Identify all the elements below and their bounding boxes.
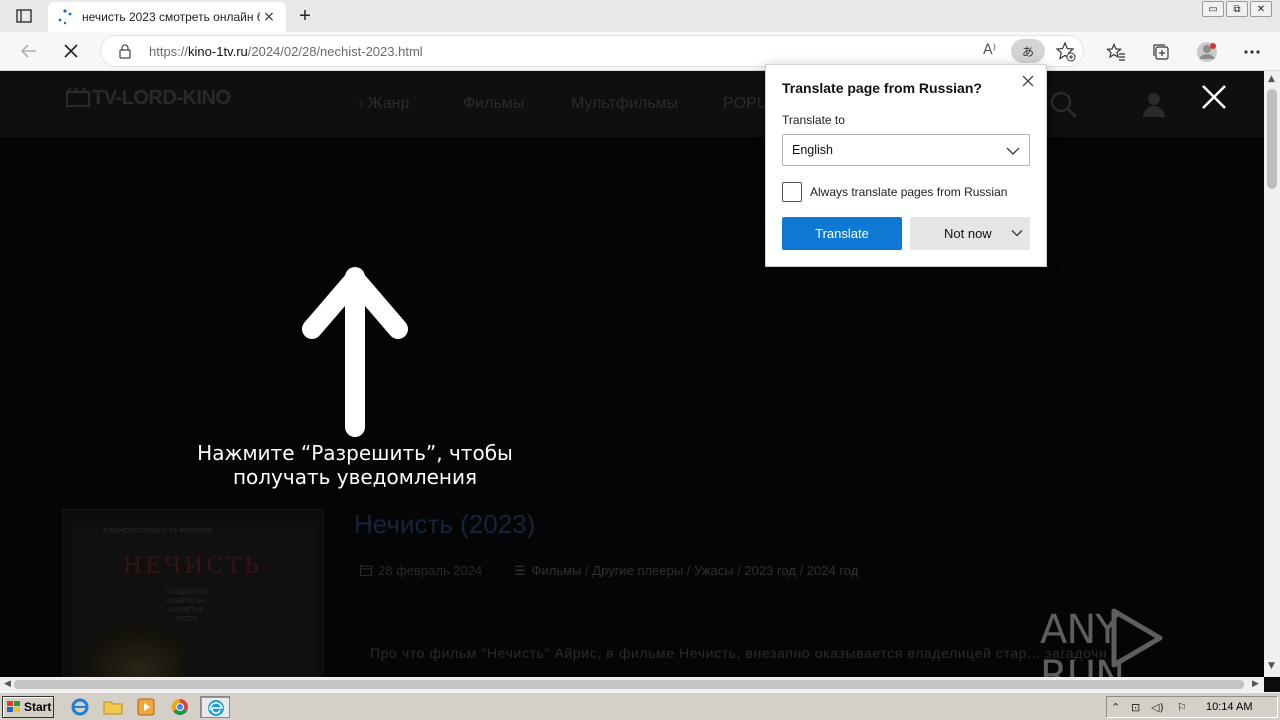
movie-title[interactable]: Нечисть (2023): [354, 509, 535, 540]
calendar-icon: [360, 565, 372, 576]
edge-icon: [208, 700, 224, 716]
url-text[interactable]: https://kino-1tv.ru/2024/02/28/nechist-2…: [149, 44, 423, 59]
nav-cartoons[interactable]: Мультфильмы: [571, 95, 678, 113]
browser-tab[interactable]: нечисть 2023 смотреть онлайн б ×: [48, 2, 286, 32]
list-icon: ☰: [514, 563, 526, 578]
translate-popup-title: Translate page from Russian?: [782, 80, 982, 96]
start-button[interactable]: Start: [2, 696, 54, 718]
chevron-down-icon[interactable]: [1010, 226, 1024, 240]
network-icon[interactable]: ⊡: [1131, 701, 1145, 715]
close-window-button[interactable]: ✕: [1250, 1, 1272, 17]
media-player-icon[interactable]: [136, 698, 156, 716]
new-tab-button[interactable]: +: [294, 5, 316, 27]
read-aloud-icon[interactable]: A⁾: [983, 42, 1003, 62]
windows-flag-icon: [7, 701, 20, 712]
horizontal-scroll-thumb[interactable]: [14, 680, 1244, 689]
edge-taskbar-button[interactable]: [200, 696, 230, 718]
nav-popular[interactable]: POPU: [723, 95, 768, 113]
vertical-scroll-thumb[interactable]: [1267, 89, 1277, 189]
window-controls: ▭ ⧉ ✕: [1202, 1, 1272, 17]
more-menu-icon[interactable]: [1241, 41, 1263, 63]
tab-actions-icon[interactable]: [10, 6, 38, 26]
add-favorite-icon[interactable]: [1055, 41, 1077, 63]
nav-films[interactable]: Фильмы: [463, 95, 524, 113]
flag-icon[interactable]: ⚐: [1177, 701, 1191, 715]
translate-to-label: Translate to: [782, 113, 845, 127]
tab-close-icon[interactable]: ×: [260, 8, 278, 26]
post-categories[interactable]: ☰ Фильмы / Другие плееры / Ужасы / 2023 г…: [514, 563, 858, 579]
loading-spinner-icon: [58, 9, 72, 25]
favorites-icon[interactable]: [1105, 41, 1127, 63]
poster-title: НЕЧИСТЬ: [123, 554, 262, 579]
close-overlay-icon[interactable]: [1200, 83, 1228, 111]
poster-tagline: В КИНОТЕАТРАХ С 29 ФЕВРАЛЯ: [103, 528, 213, 535]
volume-icon[interactable]: ◁): [1151, 701, 1165, 715]
minimize-button[interactable]: ▭: [1202, 1, 1224, 17]
notification-prompt-text: Нажмите “Разрешить”, чтобы получать увед…: [197, 441, 513, 489]
collections-icon[interactable]: [1150, 41, 1172, 63]
address-bar[interactable]: https://kino-1tv.ru/2024/02/28/nechist-2…: [100, 35, 1084, 67]
translate-popup: Translate page from Russian? Translate t…: [765, 64, 1047, 267]
up-arrow-icon: [302, 267, 408, 437]
chrome-icon[interactable]: [170, 698, 190, 716]
web-page: TV-LORD-KINO › Жанр Фильмы Мультфильмы P…: [0, 71, 1264, 677]
back-arrow-icon[interactable]: [16, 39, 42, 63]
folder-icon[interactable]: [103, 698, 123, 716]
browser-toolbar: https://kino-1tv.ru/2024/02/28/nechist-2…: [0, 32, 1280, 71]
ie-icon[interactable]: [70, 698, 90, 716]
stop-loading-icon[interactable]: [58, 39, 84, 63]
vertical-scrollbar[interactable]: ▲ ▼: [1264, 71, 1280, 677]
translate-button[interactable]: Translate: [782, 217, 902, 250]
always-translate-label[interactable]: Always translate pages from Russian: [810, 185, 1007, 199]
search-icon[interactable]: [1050, 91, 1078, 119]
poster-subtitle: СОЗДАТЕЛИ «ОБИТЕЛЬ» ЗАКЛЯТИЕ ЗЛОГО: [165, 589, 208, 623]
site-header: TV-LORD-KINO › Жанр Фильмы Мультфильмы P…: [0, 71, 1264, 137]
user-icon[interactable]: [1142, 91, 1166, 117]
nav-genre[interactable]: › Жанр: [358, 95, 409, 113]
poster-image: [73, 622, 183, 677]
language-select[interactable]: English: [782, 134, 1030, 166]
tray-expand-icon[interactable]: ⌃: [1111, 701, 1125, 715]
taskbar: Start ⌃ ⊡ ◁) ⚐ 10:14 AM: [0, 692, 1280, 720]
anyrun-play-icon: [1111, 608, 1163, 668]
tab-bar: нечисть 2023 смотреть онлайн б × + ▭ ⧉ ✕: [0, 0, 1280, 32]
close-icon[interactable]: [1020, 73, 1036, 89]
always-translate-checkbox[interactable]: [782, 182, 802, 202]
clock[interactable]: 10:14 AM: [1206, 701, 1252, 713]
not-now-button[interactable]: Not now: [910, 217, 1030, 250]
chevron-down-icon: [1006, 147, 1020, 155]
horizontal-scrollbar[interactable]: ◀ ▶: [0, 677, 1264, 692]
movie-poster[interactable]: В КИНОТЕАТРАХ С 29 ФЕВРАЛЯ НЕЧИСТЬ СОЗДА…: [62, 509, 324, 677]
restore-button[interactable]: ⧉: [1226, 1, 1248, 17]
site-logo[interactable]: TV-LORD-KINO: [66, 87, 231, 110]
translate-icon[interactable]: あ: [1011, 39, 1045, 63]
tab-title: нечисть 2023 смотреть онлайн б: [82, 10, 260, 24]
profile-avatar-icon[interactable]: [1196, 41, 1218, 63]
post-date: 28 февраль 2024: [360, 563, 482, 578]
lock-icon[interactable]: [117, 43, 133, 59]
